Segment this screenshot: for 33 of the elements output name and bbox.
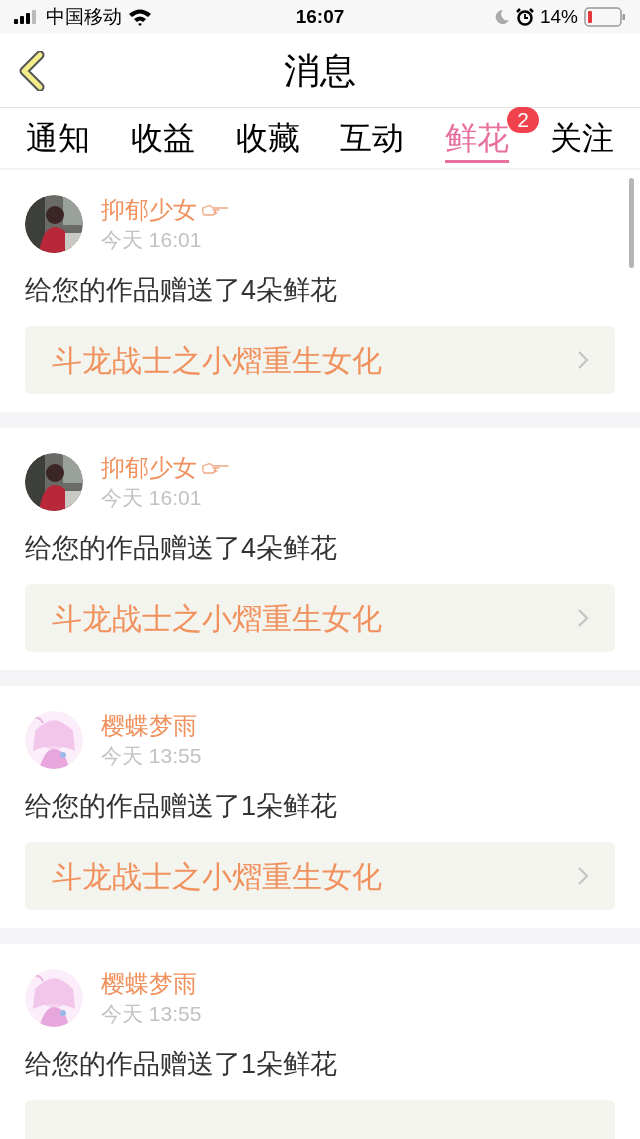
count-badge: 2 xyxy=(507,107,540,133)
message-text: 给您的作品赠送了1朵鲜花 xyxy=(25,1048,339,1081)
user-name[interactable]: 樱蝶梦雨 xyxy=(101,968,197,1000)
carrier-name: 中国移动 xyxy=(46,4,122,29)
message-time: 今天 16:01 xyxy=(101,227,203,253)
clock-time: 16:07 xyxy=(295,4,345,29)
tab[interactable]: 关注 xyxy=(550,118,614,163)
work-link[interactable]: 斗龙战士之小熠重生女化 xyxy=(25,584,615,652)
alarm-icon xyxy=(516,8,534,26)
chevron-right-icon xyxy=(577,866,589,886)
chevron-right-icon xyxy=(577,350,589,370)
user-name[interactable]: 抑郁少女 xyxy=(101,452,197,484)
page-title: 消息 xyxy=(284,48,356,93)
message-time: 今天 13:55 xyxy=(101,1001,202,1027)
user-name[interactable]: 樱蝶梦雨 xyxy=(101,710,197,742)
work-link[interactable]: 斗龙战士之小熠重生女化 xyxy=(25,842,615,910)
battery-percent: 14% xyxy=(540,4,578,29)
user-name[interactable]: 抑郁少女 xyxy=(101,194,197,226)
chevron-right-icon xyxy=(577,608,589,628)
message-text: 给您的作品赠送了4朵鲜花 xyxy=(25,274,339,307)
back-chevron-icon xyxy=(18,51,46,91)
tab[interactable]: 收益 xyxy=(130,118,195,163)
wifi-icon xyxy=(128,8,152,26)
battery-icon xyxy=(584,7,626,27)
tab[interactable]: 收藏 xyxy=(235,118,300,163)
message-time: 今天 16:01 xyxy=(101,485,203,511)
message-text: 给您的作品赠送了1朵鲜花 xyxy=(25,790,339,823)
message-text: 给您的作品赠送了4朵鲜花 xyxy=(25,532,339,565)
moon-icon xyxy=(494,9,510,25)
tab[interactable]: 通知 xyxy=(26,118,90,163)
work-link[interactable]: 斗龙战士之小熠重生女化 xyxy=(25,326,615,394)
tab[interactable]: 互动 xyxy=(340,118,405,163)
message-time: 今天 13:55 xyxy=(101,743,202,769)
